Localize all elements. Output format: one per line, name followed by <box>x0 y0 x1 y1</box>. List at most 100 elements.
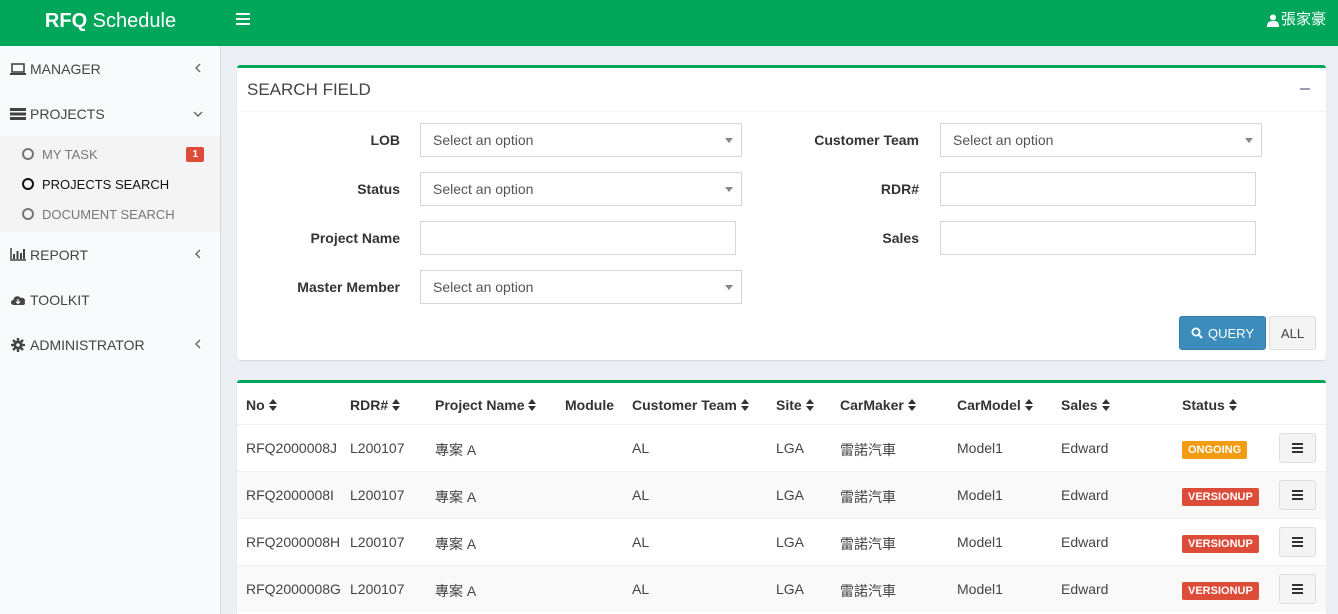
all-button[interactable]: ALL <box>1269 316 1316 350</box>
project-name-input[interactable] <box>420 221 736 255</box>
chevron-left-icon <box>195 249 201 259</box>
laptop-icon <box>10 62 26 76</box>
column-header-project-name[interactable]: Project Name <box>435 397 537 413</box>
sidebar-item-report[interactable]: REPORT <box>0 232 220 277</box>
search-panel: SEARCH FIELD LOB Select an option Custom… <box>237 65 1326 360</box>
sort-icon <box>1101 399 1110 411</box>
table-cell-rdr: L200107 <box>350 581 405 597</box>
project-name-label: Project Name <box>310 230 400 246</box>
sidebar-item-label: ADMINISTRATOR <box>30 336 145 353</box>
rdr-label: RDR# <box>880 181 919 197</box>
customer-team-select[interactable]: Select an option <box>940 123 1262 157</box>
sidebar-item-projects[interactable]: PROJECTS <box>0 91 220 136</box>
column-header-no[interactable]: No <box>246 397 277 413</box>
row-menu-button[interactable] <box>1279 527 1316 557</box>
table-cell-site: LGA <box>776 534 805 550</box>
sidebar-item-label: TOOLKIT <box>30 291 90 308</box>
sidebar-subitem-document-search[interactable]: DOCUMENT SEARCH <box>0 199 220 229</box>
table-cell-project: 專案 A <box>435 489 477 505</box>
query-button[interactable]: QUERY <box>1179 316 1266 350</box>
sales-input[interactable] <box>940 221 1256 255</box>
sidebar-item-label: MANAGER <box>30 60 101 77</box>
table-cell-rdr: L200107 <box>350 487 405 503</box>
sidebar-subitem-label: MY TASK <box>42 146 98 162</box>
collapse-minus-icon[interactable] <box>1300 88 1310 90</box>
table-cell-sales: Edward <box>1061 487 1109 503</box>
table-cell-sales: Edward <box>1061 440 1109 456</box>
sort-icon <box>740 399 749 411</box>
sort-icon <box>268 399 277 411</box>
row-menu-button[interactable] <box>1279 574 1316 604</box>
sidebar-item-administrator[interactable]: ADMINISTRATOR <box>0 322 220 367</box>
table-cell-carmaker: 雷諾汽車 <box>840 536 896 552</box>
table-cell-team: AL <box>632 581 650 597</box>
user-icon <box>1266 14 1279 27</box>
sidebar-subitem-label: PROJECTS SEARCH <box>42 176 170 192</box>
table-cell-site: LGA <box>776 487 805 503</box>
table-cell-site: LGA <box>776 440 805 456</box>
table-cell-no: RFQ2000008G <box>246 581 341 597</box>
caret-down-icon <box>725 187 733 192</box>
cloud-download-icon <box>10 293 26 307</box>
table-cell-carmodel: Model1 <box>957 440 1003 456</box>
search-panel-title: SEARCH FIELD <box>247 79 371 99</box>
column-header-carmaker[interactable]: CarMaker <box>840 397 916 413</box>
sidebar-subitem-projects-search[interactable]: PROJECTS SEARCH <box>0 169 220 199</box>
projects-submenu: MY TASK 1 PROJECTS SEARCH DOCUMENT SEARC… <box>0 136 220 232</box>
status-select[interactable]: Select an option <box>420 172 742 206</box>
sort-icon <box>392 399 401 411</box>
server-icon <box>10 107 26 121</box>
row-menu-button[interactable] <box>1279 433 1316 463</box>
column-header-rdr[interactable]: RDR# <box>350 397 401 413</box>
table-cell-project: 專案 A <box>435 583 477 599</box>
bars-icon <box>1292 537 1303 547</box>
status-badge: ONGOING <box>1182 441 1248 459</box>
table-cell-rdr: L200107 <box>350 534 405 550</box>
table-cell-site: LGA <box>776 581 805 597</box>
column-header-module[interactable]: Module <box>565 397 614 413</box>
table-cell-rdr: L200107 <box>350 440 405 456</box>
user-menu[interactable]: 張家豪 <box>1266 0 1326 40</box>
sort-icon <box>1228 399 1237 411</box>
sidebar-item-label: PROJECTS <box>30 105 105 122</box>
circle-icon <box>22 148 34 160</box>
search-icon <box>1191 327 1203 339</box>
gear-icon <box>10 337 26 352</box>
table-cell-carmaker: 雷諾汽車 <box>840 583 896 599</box>
column-header-status[interactable]: Status <box>1182 397 1237 413</box>
column-header-site[interactable]: Site <box>776 397 814 413</box>
sidebar-item-toolkit[interactable]: TOOLKIT <box>0 277 220 322</box>
rdr-input[interactable] <box>940 172 1256 206</box>
sidebar-item-manager[interactable]: MANAGER <box>0 46 220 91</box>
table-cell-carmodel: Model1 <box>957 581 1003 597</box>
chevron-down-icon <box>193 111 203 117</box>
user-name: 張家豪 <box>1280 11 1326 28</box>
bars-icon <box>1292 490 1303 500</box>
table-cell-sales: Edward <box>1061 534 1109 550</box>
lob-select[interactable]: Select an option <box>420 123 742 157</box>
table-cell-no: RFQ2000008I <box>246 487 334 503</box>
caret-down-icon <box>725 138 733 143</box>
customer-team-label: Customer Team <box>814 132 919 148</box>
table-row: RFQ2000008H L200107 專案 A AL LGA 雷諾汽車 Model1 Edw… <box>237 518 1326 565</box>
sort-icon <box>805 399 814 411</box>
app-logo[interactable]: RFQ Schedule <box>0 0 221 46</box>
status-label: Status <box>357 181 400 197</box>
table-cell-team: AL <box>632 487 650 503</box>
chevron-left-icon <box>195 63 201 73</box>
sidebar-subitem-my-task[interactable]: MY TASK 1 <box>0 139 220 169</box>
table-cell-carmaker: 雷諾汽車 <box>840 442 896 458</box>
search-panel-header: SEARCH FIELD <box>237 68 1326 112</box>
column-header-sales[interactable]: Sales <box>1061 397 1110 413</box>
results-table: No RDR# Project Name Module Customer Team Sit… <box>237 380 1326 614</box>
master-member-select[interactable]: Select an option <box>420 270 742 304</box>
row-menu-button[interactable] <box>1279 480 1316 510</box>
column-header-carmodel[interactable]: CarModel <box>957 397 1033 413</box>
sort-icon <box>907 399 916 411</box>
sidebar: MANAGER PROJECTS MY TASK 1 PROJECTS SEAR… <box>0 46 221 614</box>
column-header-customer-team[interactable]: Customer Team <box>632 397 749 413</box>
table-cell-no: RFQ2000008J <box>246 440 338 456</box>
top-navbar: RFQ Schedule 張家豪 <box>0 0 1338 46</box>
sidebar-toggle-icon[interactable] <box>236 13 250 27</box>
bars-icon <box>1292 443 1303 453</box>
